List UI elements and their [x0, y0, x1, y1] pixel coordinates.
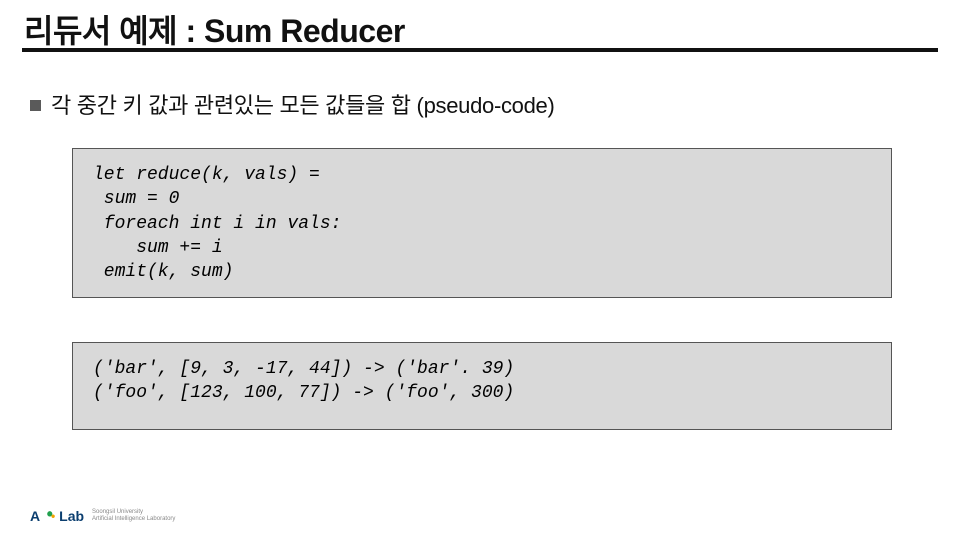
bullet-row: 각 중간 키 값과 관련있는 모든 값들을 합 (pseudo-code)	[30, 88, 555, 120]
title-underline	[22, 48, 938, 52]
title-main: Sum Reducer	[204, 13, 405, 49]
logo-dot-icon: ••	[47, 504, 56, 525]
logo-subtext: Soongsil University Artificial Intellige…	[92, 509, 175, 522]
code-block-pseudocode: let reduce(k, vals) = sum = 0 foreach in…	[72, 148, 892, 298]
footer-logo: A •• Lab Soongsil University Artificial …	[30, 505, 175, 526]
bullet-text: 각 중간 키 값과 관련있는 모든 값들을 합 (pseudo-code)	[51, 88, 555, 120]
logo-sub-line1: Soongsil University	[92, 509, 175, 516]
bullet-square-icon	[30, 100, 41, 111]
logo-text-lab: Lab	[59, 508, 84, 524]
logo-text-a: A	[30, 508, 41, 524]
code-block-example: ('bar', [9, 3, -17, 44]) -> ('bar'. 39) …	[72, 342, 892, 430]
slide: 리듀서 예제 : Sum Reducer 각 중간 키 값과 관련있는 모든 값…	[0, 0, 960, 540]
page-title: 리듀서 예제 : Sum Reducer	[24, 6, 405, 52]
logo-sub-line2: Artificial Intelligence Laboratory	[92, 516, 175, 523]
title-prefix: 리듀서 예제 :	[24, 13, 204, 49]
